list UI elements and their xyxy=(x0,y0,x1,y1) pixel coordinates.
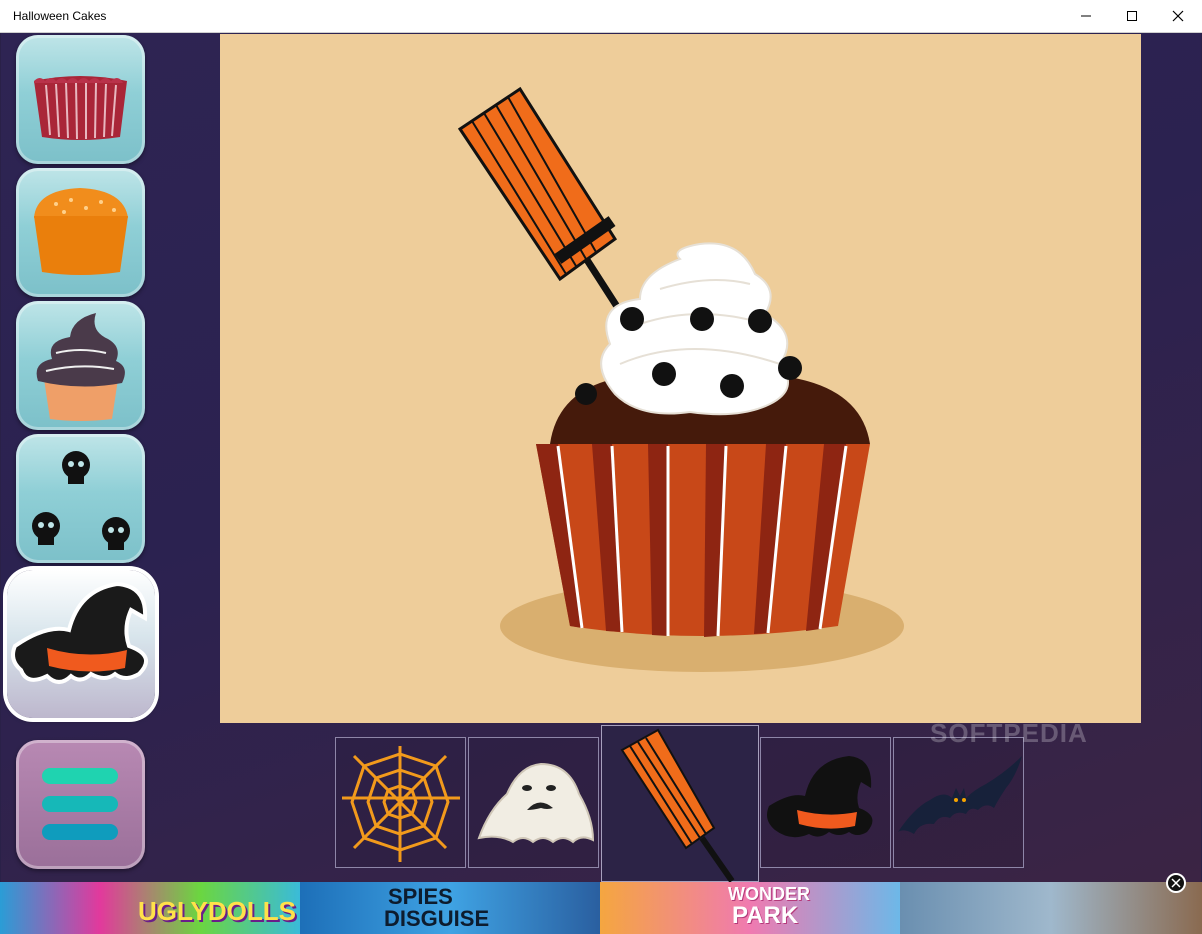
ad-wonder-park[interactable]: WONDER PARK xyxy=(600,882,900,934)
hamburger-icon xyxy=(42,768,118,840)
spider-web-icon xyxy=(342,746,460,862)
ad-banner[interactable]: UGLYDOLLS SPIES DISGUISE WONDER PARK xyxy=(0,882,1202,934)
cake-canvas[interactable] xyxy=(220,34,1141,723)
close-button[interactable] xyxy=(1155,0,1201,32)
ad-close-button[interactable] xyxy=(1166,873,1186,893)
menu-button[interactable] xyxy=(16,740,145,869)
maximize-button[interactable] xyxy=(1109,0,1155,32)
frosting-icon xyxy=(36,313,125,421)
tool-button-cake-base[interactable] xyxy=(16,168,145,297)
tool-button-toppers[interactable] xyxy=(7,570,155,718)
ad-spies-bottom: DISGUISE xyxy=(384,906,490,931)
liner-icon xyxy=(34,76,127,140)
topper-spider-web[interactable] xyxy=(335,737,466,868)
skulls-icon xyxy=(32,451,130,550)
minimize-icon xyxy=(1081,15,1091,17)
close-icon xyxy=(1171,878,1181,888)
title-bar: Halloween Cakes xyxy=(0,0,1202,33)
ad-uglydolls-text: UGLYDOLLS xyxy=(138,896,296,926)
window-title: Halloween Cakes xyxy=(13,9,107,23)
bat-icon xyxy=(898,756,1022,834)
ad-city-movie[interactable] xyxy=(900,882,1202,934)
broom-topper xyxy=(457,86,618,282)
ad-spies-in-disguise[interactable]: SPIES DISGUISE xyxy=(300,882,600,934)
softpedia-watermark: SOFTPEDIA xyxy=(930,718,1088,748)
cupcake-liner xyxy=(536,444,870,637)
ghost-icon xyxy=(477,762,595,844)
witch-hat-icon xyxy=(767,756,873,838)
tool-button-sprinkles[interactable] xyxy=(16,434,145,563)
topper-bat[interactable] xyxy=(893,737,1024,868)
close-icon xyxy=(1172,10,1184,22)
ad-wonder-bottom: PARK xyxy=(732,902,799,929)
ad-uglydolls[interactable]: UGLYDOLLS xyxy=(0,882,300,934)
tool-button-frosting[interactable] xyxy=(16,301,145,430)
topper-broom[interactable] xyxy=(601,725,759,883)
tool-button-liner[interactable] xyxy=(16,35,145,164)
maximize-icon xyxy=(1127,11,1137,21)
minimize-button[interactable] xyxy=(1063,0,1109,32)
muffin-icon xyxy=(34,188,128,275)
topper-ghost[interactable] xyxy=(468,737,599,868)
witch-hat-icon xyxy=(11,581,149,684)
cupcake-illustration xyxy=(457,86,904,672)
broom-icon xyxy=(620,728,735,883)
topper-witch-hat[interactable] xyxy=(760,737,891,868)
